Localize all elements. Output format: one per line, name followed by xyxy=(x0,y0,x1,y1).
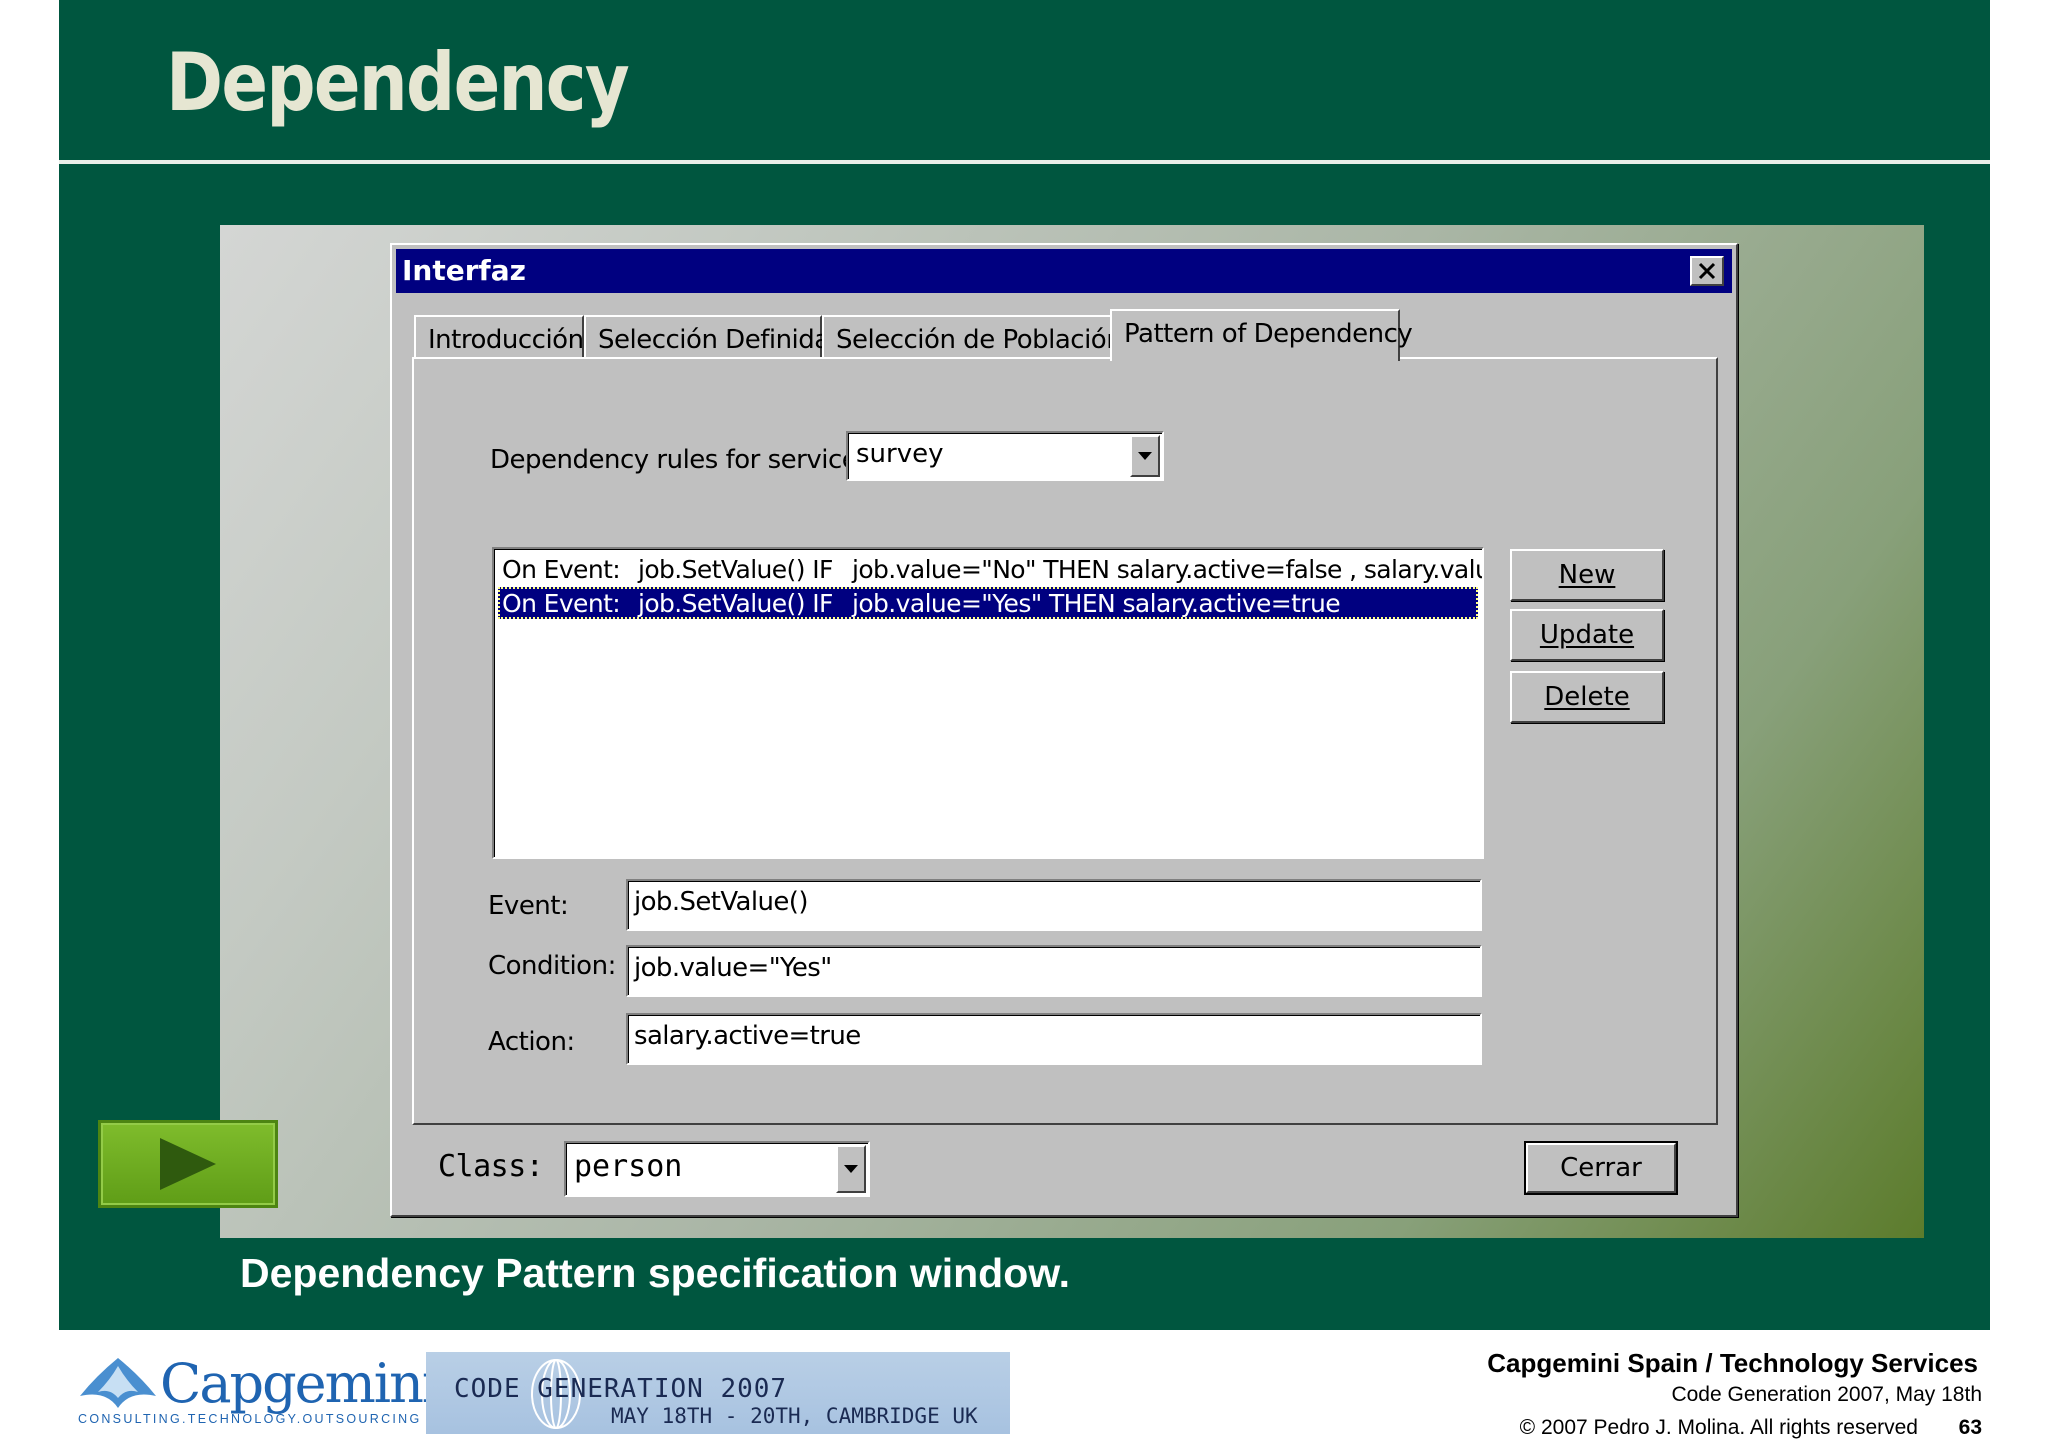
rule-event: job.SetValue() IF xyxy=(638,555,833,584)
banner-subtitle: MAY 18TH - 20TH, CAMBRIDGE UK xyxy=(611,1404,978,1428)
interfaz-dialog: Interfaz Introducción Selección Definida… xyxy=(390,243,1738,1217)
spade-logo-icon xyxy=(80,1358,156,1408)
service-dropdown-button[interactable] xyxy=(1130,435,1160,477)
rule-item[interactable]: On Event: job.SetValue() IF job.value="N… xyxy=(498,553,1482,585)
tab-seleccion-definida[interactable]: Selección Definida xyxy=(584,315,830,359)
rule-text: job.value="Yes" THEN salary.active=true xyxy=(852,589,1341,618)
service-combobox[interactable]: survey xyxy=(846,431,1164,481)
rule-item-selected[interactable]: On Event: job.SetValue() IF job.value="Y… xyxy=(498,587,1478,619)
footer-event: Code Generation 2007, May 18th xyxy=(1671,1383,1982,1406)
event-field[interactable]: job.SetValue() xyxy=(626,879,1482,931)
condition-field[interactable]: job.value="Yes" xyxy=(626,945,1482,997)
delete-button[interactable]: Delete xyxy=(1510,671,1664,723)
title-divider xyxy=(59,160,1990,164)
cerrar-button[interactable]: Cerrar xyxy=(1524,1141,1678,1195)
page-number: 63 xyxy=(1958,1416,1982,1439)
logo-text: Capgemini xyxy=(160,1352,439,1415)
action-value: salary.active=true xyxy=(634,1021,861,1051)
update-button[interactable]: Update xyxy=(1510,609,1664,661)
capgemini-logo: Capgemini CONSULTING.TECHNOLOGY.OUTSOURC… xyxy=(78,1352,439,1432)
rule-text: job.value="No" THEN salary.active=false … xyxy=(852,555,1484,584)
dialog-title: Interfaz xyxy=(402,254,526,287)
footer-company: Capgemini Spain / Technology Services xyxy=(1487,1348,1978,1378)
service-label: Dependency rules for service: xyxy=(490,445,866,475)
condition-value: job.value="Yes" xyxy=(634,953,832,983)
slide-caption: Dependency Pattern specification window. xyxy=(240,1250,1071,1296)
rule-event-label: On Event: xyxy=(502,555,621,584)
condition-label: Condition: xyxy=(488,951,616,981)
chevron-down-icon xyxy=(844,1165,858,1173)
event-label: Event: xyxy=(488,891,569,921)
action-field[interactable]: salary.active=true xyxy=(626,1013,1482,1065)
code-generation-banner: CODE GENERATION 2007 MAY 18TH - 20TH, CA… xyxy=(426,1352,1010,1434)
play-button[interactable] xyxy=(98,1120,278,1208)
event-value: job.SetValue() xyxy=(634,887,808,917)
rule-event: job.SetValue() IF xyxy=(638,589,833,618)
close-icon xyxy=(1698,262,1716,280)
chevron-down-icon xyxy=(1138,452,1152,460)
class-value: person xyxy=(574,1149,683,1184)
service-value: survey xyxy=(856,439,944,469)
tab-page-pattern-of-dependency: Dependency rules for service: survey On … xyxy=(412,357,1718,1125)
logo-tagline: CONSULTING.TECHNOLOGY.OUTSOURCING xyxy=(78,1412,422,1426)
tab-seleccion-de-poblacion[interactable]: Selección de Población xyxy=(822,315,1123,359)
class-combobox[interactable]: person xyxy=(564,1141,870,1197)
action-label: Action: xyxy=(488,1027,575,1057)
play-icon xyxy=(160,1138,216,1190)
dependency-rules-list[interactable]: On Event: job.SetValue() IF job.value="N… xyxy=(492,547,1484,859)
tab-pattern-of-dependency[interactable]: Pattern of Dependency xyxy=(1110,309,1413,361)
tab-introduccion[interactable]: Introducción xyxy=(414,315,584,359)
new-button[interactable]: New xyxy=(1510,549,1664,601)
slide-title: Dependency xyxy=(166,36,630,129)
footer-copyright: © 2007 Pedro J. Molina. All rights reser… xyxy=(1519,1416,1918,1439)
class-dropdown-button[interactable] xyxy=(836,1145,866,1193)
dialog-titlebar[interactable]: Interfaz xyxy=(396,249,1732,293)
close-button[interactable] xyxy=(1690,256,1724,286)
banner-title: CODE GENERATION 2007 xyxy=(454,1374,788,1404)
class-label: Class: xyxy=(438,1149,544,1184)
rule-event-label: On Event: xyxy=(502,589,621,618)
